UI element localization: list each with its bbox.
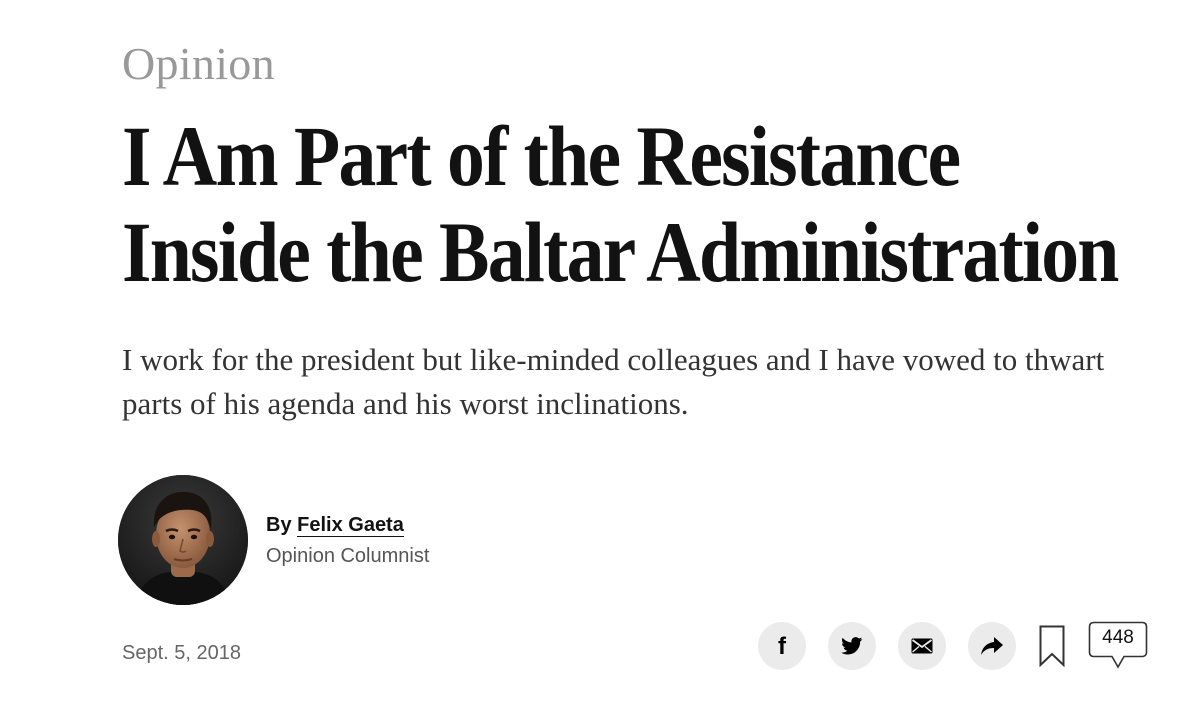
headline-line: Inside the Baltar Administration: [122, 204, 1119, 300]
article-summary: I work for the president but like-minded…: [122, 342, 1105, 421]
bookmark-icon: [1039, 625, 1065, 667]
comments-count: 448: [1102, 627, 1134, 648]
twitter-icon: [841, 637, 863, 655]
author-role: Opinion Columnist: [266, 545, 430, 567]
share-email-button[interactable]: [898, 622, 946, 670]
headline-line: I Am Part of the Resistance: [122, 108, 961, 204]
byline-prefix: By: [266, 514, 298, 536]
section-label[interactable]: Opinion: [122, 38, 275, 90]
share-twitter-button[interactable]: [828, 622, 876, 670]
author-name-link[interactable]: Felix Gaeta: [297, 514, 404, 537]
email-icon: [911, 638, 933, 654]
byline: By Felix Gaeta: [266, 512, 429, 538]
facebook-icon: f: [778, 633, 786, 660]
author-portrait: [118, 475, 248, 605]
comments-button[interactable]: 448: [1088, 621, 1148, 671]
share-facebook-button[interactable]: f: [758, 622, 806, 670]
save-article-button[interactable]: [1036, 624, 1068, 668]
headline: I Am Part of the Resistance Inside the B…: [122, 108, 1119, 300]
author-avatar[interactable]: [118, 475, 248, 605]
byline-text: By Felix Gaeta Opinion Columnist: [266, 512, 429, 570]
article-header: Opinion I Am Part of the Resistance Insi…: [118, 0, 1162, 702]
byline-block: By Felix Gaeta Opinion Columnist: [118, 474, 429, 606]
share-tools: f 448: [758, 620, 1148, 672]
share-arrow-icon: [981, 637, 1003, 655]
share-more-button[interactable]: [968, 622, 1016, 670]
publish-date: Sept. 5, 2018: [122, 642, 241, 664]
